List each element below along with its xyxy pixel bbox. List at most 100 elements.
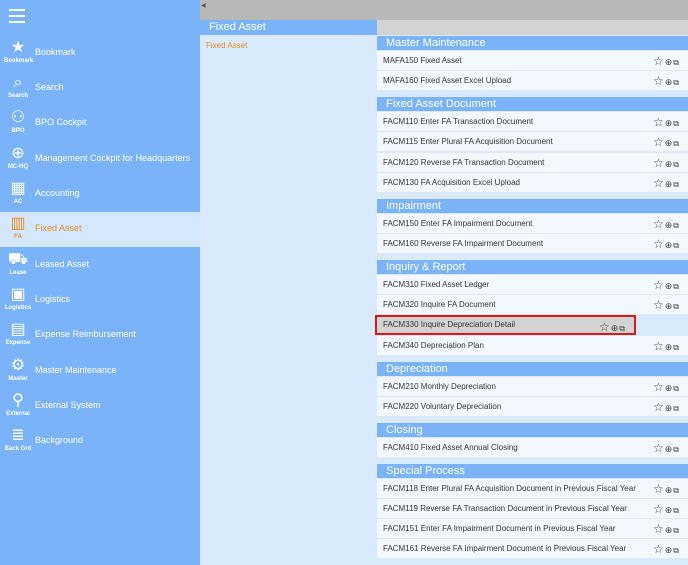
add-circle-icon[interactable]: ⊕ bbox=[665, 403, 673, 414]
new-window-icon[interactable]: ⧉ bbox=[673, 384, 679, 394]
star-icon[interactable]: ☆ bbox=[653, 380, 664, 394]
program-label[interactable]: FACM320 Inquire FA Document bbox=[383, 300, 496, 309]
program-label[interactable]: FACM120 Reverse FA Transaction Document bbox=[383, 158, 544, 167]
star-icon[interactable]: ☆ bbox=[653, 482, 664, 496]
program-label[interactable]: FACM160 Reverse FA Impairment Document bbox=[383, 239, 543, 248]
program-row[interactable]: MAFA160 Fixed Asset Excel Upload ☆⊕⧉ bbox=[377, 71, 688, 92]
new-window-icon[interactable]: ⧉ bbox=[673, 160, 679, 170]
program-label[interactable]: FACM150 Enter FA Impairment Document bbox=[383, 219, 532, 228]
program-label[interactable]: FACM119 Reverse FA Transaction Document … bbox=[383, 504, 627, 513]
new-window-icon[interactable]: ⧉ bbox=[673, 445, 679, 455]
star-icon[interactable]: ☆ bbox=[653, 339, 664, 353]
new-window-icon[interactable]: ⧉ bbox=[673, 139, 679, 149]
add-circle-icon[interactable]: ⊕ bbox=[665, 485, 673, 496]
sidebar-item-bookmark[interactable]: ★ Bookmark Bookmark bbox=[0, 36, 200, 71]
star-icon[interactable]: ☆ bbox=[653, 237, 664, 251]
program-row[interactable]: FACM118 Enter Plural FA Acquisition Docu… bbox=[377, 478, 688, 499]
program-row[interactable]: FACM210 Monthly Depreciation ☆⊕⧉ bbox=[377, 376, 688, 397]
program-row[interactable]: FACM120 Reverse FA Transaction Document ☆… bbox=[377, 152, 688, 173]
star-icon[interactable]: ☆ bbox=[653, 542, 664, 556]
program-row[interactable]: FACM220 Voluntary Depreciation ☆⊕⧉ bbox=[377, 396, 688, 417]
program-row[interactable]: FACM161 Reverse FA Impairment Document i… bbox=[377, 539, 688, 560]
add-circle-icon[interactable]: ⊕ bbox=[665, 159, 673, 170]
new-window-icon[interactable]: ⧉ bbox=[673, 506, 679, 516]
star-icon[interactable]: ☆ bbox=[653, 400, 664, 414]
sidebar-item-external[interactable]: ⚲ External External System bbox=[0, 389, 200, 424]
add-circle-icon[interactable]: ⊕ bbox=[611, 323, 619, 334]
star-icon[interactable]: ☆ bbox=[653, 176, 664, 190]
program-row[interactable]: FACM310 Fixed Asset Ledger ☆⊕⧉ bbox=[377, 274, 688, 295]
sidebar-item-expense[interactable]: ▤ Expense Expense Reimbursement bbox=[0, 318, 200, 353]
add-circle-icon[interactable]: ⊕ bbox=[665, 138, 673, 149]
star-icon[interactable]: ☆ bbox=[653, 54, 664, 68]
new-window-icon[interactable]: ⧉ bbox=[673, 343, 679, 353]
sidebar-item-fa[interactable]: ▥ FA Fixed Asset bbox=[0, 212, 200, 247]
star-icon[interactable]: ☆ bbox=[653, 278, 664, 292]
sidebar-item-bpo[interactable]: ⚇ BPO BPO Cockpit bbox=[0, 106, 200, 141]
program-row[interactable]: FACM150 Enter FA Impairment Document ☆⊕⧉ bbox=[377, 213, 688, 234]
new-window-icon[interactable]: ⧉ bbox=[673, 404, 679, 414]
star-icon[interactable]: ☆ bbox=[653, 441, 664, 455]
add-circle-icon[interactable]: ⊕ bbox=[665, 77, 673, 88]
sidebar-item-ac[interactable]: ▦ AC Accounting bbox=[0, 177, 200, 212]
program-label[interactable]: FACM151 Enter FA Impairment Document in … bbox=[383, 524, 616, 533]
caret-icon[interactable]: ◀ bbox=[201, 2, 206, 9]
star-icon[interactable]: ☆ bbox=[653, 217, 664, 231]
program-label[interactable]: FACM210 Monthly Depreciation bbox=[383, 382, 496, 391]
program-label[interactable]: FACM220 Voluntary Depreciation bbox=[383, 402, 501, 411]
submenu-link-fixed-asset[interactable]: Fixed Asset bbox=[206, 41, 247, 50]
new-window-icon[interactable]: ⧉ bbox=[673, 302, 679, 312]
program-label[interactable]: FACM110 Enter FA Transaction Document bbox=[383, 117, 533, 126]
hamburger-icon[interactable] bbox=[9, 9, 25, 23]
add-circle-icon[interactable]: ⊕ bbox=[665, 220, 673, 231]
add-circle-icon[interactable]: ⊕ bbox=[665, 342, 673, 353]
new-window-icon[interactable]: ⧉ bbox=[673, 78, 679, 88]
program-label[interactable]: FACM115 Enter Plural FA Acquisition Docu… bbox=[383, 137, 553, 146]
add-circle-icon[interactable]: ⊕ bbox=[665, 545, 673, 556]
star-icon[interactable]: ☆ bbox=[653, 298, 664, 312]
program-label[interactable]: FACM118 Enter Plural FA Acquisition Docu… bbox=[383, 484, 636, 493]
new-window-icon[interactable]: ⧉ bbox=[673, 119, 679, 129]
program-label[interactable]: FACM310 Fixed Asset Ledger bbox=[383, 280, 489, 289]
program-label[interactable]: FACM340 Depreciation Plan bbox=[383, 341, 484, 350]
new-window-icon[interactable]: ⧉ bbox=[619, 324, 625, 334]
new-window-icon[interactable]: ⧉ bbox=[673, 221, 679, 231]
program-row[interactable]: FACM151 Enter FA Impairment Document in … bbox=[377, 519, 688, 540]
new-window-icon[interactable]: ⧉ bbox=[673, 282, 679, 292]
star-icon[interactable]: ☆ bbox=[653, 156, 664, 170]
program-row[interactable]: FACM130 FA Acquisition Excel Upload ☆⊕⧉ bbox=[377, 172, 688, 193]
program-row[interactable]: FACM340 Depreciation Plan ☆⊕⧉ bbox=[377, 335, 688, 356]
new-window-icon[interactable]: ⧉ bbox=[673, 241, 679, 251]
program-row[interactable]: MAFA150 Fixed Asset ☆⊕⧉ bbox=[377, 51, 688, 71]
program-row[interactable]: FACM119 Reverse FA Transaction Document … bbox=[377, 498, 688, 519]
program-row[interactable]: FACM110 Enter FA Transaction Document ☆⊕⧉ bbox=[377, 112, 688, 133]
program-label[interactable]: MAFA150 Fixed Asset bbox=[383, 56, 462, 65]
sidebar-item-search[interactable]: ⌕ Search Search bbox=[0, 71, 200, 106]
add-circle-icon[interactable]: ⊕ bbox=[665, 505, 673, 516]
star-icon[interactable]: ☆ bbox=[653, 522, 664, 536]
new-window-icon[interactable]: ⧉ bbox=[673, 486, 679, 496]
program-row[interactable]: FACM320 Inquire FA Document ☆⊕⧉ bbox=[377, 295, 688, 316]
program-label[interactable]: FACM130 FA Acquisition Excel Upload bbox=[383, 178, 520, 187]
add-circle-icon[interactable]: ⊕ bbox=[665, 281, 673, 292]
sidebar-item-mc-hq[interactable]: ⊕ MC-HQ Management Cockpit for Headquarter… bbox=[0, 142, 200, 177]
program-label[interactable]: FACM330 Inquire Depreciation Detail bbox=[383, 320, 515, 329]
program-row[interactable]: FACM410 Fixed Asset Annual Closing ☆⊕⧉ bbox=[377, 437, 688, 458]
add-circle-icon[interactable]: ⊕ bbox=[665, 57, 673, 68]
new-window-icon[interactable]: ⧉ bbox=[673, 180, 679, 190]
star-icon[interactable]: ☆ bbox=[653, 74, 664, 88]
sidebar-item-master[interactable]: ⚙ Master Master Maintenance bbox=[0, 354, 200, 389]
sidebar-item-back-grd[interactable]: ≣ Back Grd Background bbox=[0, 424, 200, 459]
program-label[interactable]: MAFA160 Fixed Asset Excel Upload bbox=[383, 76, 511, 85]
add-circle-icon[interactable]: ⊕ bbox=[665, 179, 673, 190]
add-circle-icon[interactable]: ⊕ bbox=[665, 118, 673, 129]
add-circle-icon[interactable]: ⊕ bbox=[665, 444, 673, 455]
program-row[interactable]: FACM330 Inquire Depreciation Detail ☆⊕⧉ bbox=[375, 315, 636, 336]
add-circle-icon[interactable]: ⊕ bbox=[665, 301, 673, 312]
add-circle-icon[interactable]: ⊕ bbox=[665, 383, 673, 394]
new-window-icon[interactable]: ⧉ bbox=[673, 546, 679, 556]
sidebar-item-lease[interactable]: ⛟ Lease Leased Asset bbox=[0, 248, 200, 283]
program-label[interactable]: FACM410 Fixed Asset Annual Closing bbox=[383, 443, 518, 452]
add-circle-icon[interactable]: ⊕ bbox=[665, 240, 673, 251]
star-icon[interactable]: ☆ bbox=[599, 320, 610, 334]
